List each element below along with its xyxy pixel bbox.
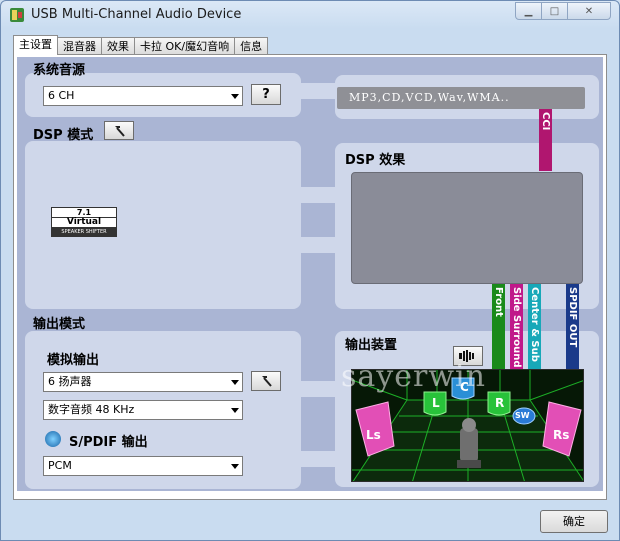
- virtual-badge-middle: Virtual: [52, 217, 116, 228]
- title-bar: USB Multi-Channel Audio Device ▁ □ ✕: [1, 1, 619, 29]
- virtual-badge-top: 7.1: [76, 208, 92, 217]
- tab-main-settings[interactable]: 主设置: [13, 35, 58, 55]
- chevron-down-icon: [231, 380, 239, 385]
- speaker-settings-button[interactable]: [251, 371, 281, 391]
- maximize-icon: □: [549, 5, 560, 17]
- maximize-button[interactable]: □: [541, 2, 568, 20]
- speaker-select[interactable]: 6 扬声器: [43, 372, 243, 392]
- link-stripe: [301, 187, 335, 203]
- speaker-left-surround-label: Ls: [366, 428, 381, 442]
- tab-info[interactable]: 信息: [234, 37, 269, 54]
- speaker-select-value: 6 扬声器: [48, 375, 92, 388]
- system-audio-label: 系统音源: [33, 63, 86, 78]
- spdif-out-connector: SPDIF OUT: [566, 284, 579, 369]
- virtual-badge-bottom: SPEAKER SHIFTER: [52, 228, 116, 237]
- hammer-icon: [262, 376, 272, 387]
- front-connector: Front: [492, 284, 505, 369]
- pcm-select-value: PCM: [48, 459, 72, 472]
- minimize-button[interactable]: ▁: [515, 2, 542, 20]
- pcm-select[interactable]: PCM: [43, 456, 243, 476]
- tab-effects[interactable]: 效果: [101, 37, 135, 54]
- speaker-right-surround-label: Rs: [553, 428, 570, 442]
- digital-audio-select[interactable]: 数字音频 48 KHz: [43, 400, 243, 420]
- watermark-text: sayerwin: [341, 359, 486, 394]
- help-button[interactable]: ?: [251, 84, 281, 105]
- spdif-output-label: S/PDIF 输出: [69, 435, 148, 450]
- analog-output-label: 模拟输出: [47, 353, 100, 368]
- link-stripe: [301, 381, 335, 397]
- tab-karaoke[interactable]: 卡拉 OK/魔幻音响: [134, 37, 236, 54]
- output-mode-label: 输出模式: [33, 317, 86, 332]
- chevron-down-icon: [231, 94, 239, 99]
- close-icon: ✕: [584, 5, 594, 17]
- ok-button[interactable]: 确定: [540, 510, 608, 533]
- center-sub-connector: Center & Sub: [528, 284, 541, 369]
- digital-audio-select-value: 数字音频 48 KHz: [48, 403, 135, 416]
- dsp-effect-display: [351, 172, 583, 284]
- format-display: MP3,CD,VCD,Wav,WMA..: [337, 87, 585, 109]
- close-button[interactable]: ✕: [567, 2, 611, 20]
- chevron-down-icon: [231, 464, 239, 469]
- channel-select[interactable]: 6 CH: [43, 86, 243, 106]
- window-title: USB Multi-Channel Audio Device: [31, 7, 242, 22]
- chevron-down-icon: [231, 408, 239, 413]
- dsp-effect-label: DSP 效果: [345, 153, 406, 168]
- tab-mixer[interactable]: 混音器: [57, 37, 102, 54]
- link-stripe: [301, 451, 335, 467]
- dsp-settings-button[interactable]: [104, 121, 134, 140]
- virtual-speaker-shifter-badge: 7.1 Virtual SPEAKER SHIFTER: [51, 207, 117, 237]
- link-stripe: [301, 83, 335, 99]
- channel-select-value: 6 CH: [48, 89, 75, 102]
- speaker-left-label: L: [432, 396, 440, 410]
- spdif-toggle-icon[interactable]: [45, 431, 61, 447]
- speaker-right-label: R: [495, 396, 505, 410]
- cci-connector: CCI: [539, 109, 552, 171]
- side-surround-connector: Side Surround: [510, 284, 523, 369]
- dsp-mode-label: DSP 模式: [33, 128, 94, 143]
- output-device-label: 输出装置: [345, 338, 398, 353]
- tab-strip: 主设置 混音器 效果 卡拉 OK/魔幻音响 信息: [13, 35, 269, 55]
- link-stripe: [301, 237, 335, 253]
- app-window: USB Multi-Channel Audio Device ▁ □ ✕ 主设置…: [0, 0, 620, 541]
- speaker-app-icon: [10, 8, 24, 22]
- minimize-icon: ▁: [524, 5, 533, 17]
- hammer-icon: [115, 125, 125, 137]
- speaker-sub-label: SW: [515, 411, 530, 420]
